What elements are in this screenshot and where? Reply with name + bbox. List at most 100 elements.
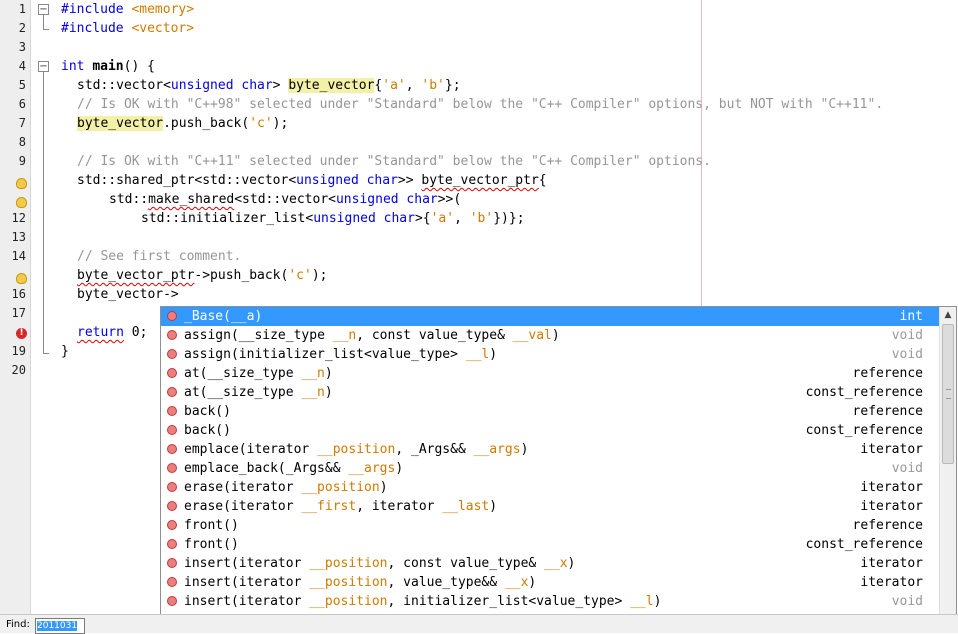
method-icon <box>167 330 177 340</box>
include-path: <memory> <box>131 2 195 17</box>
return-type: reference <box>852 518 923 533</box>
char-literal: 'a' <box>430 211 455 226</box>
signature-text: __size_type <box>207 366 302 381</box>
signature-text: insert(iterator <box>184 594 310 609</box>
completion-signature: back() <box>184 402 231 421</box>
code-line[interactable]: std::shared_ptr<std::vector<unsigned cha… <box>77 171 547 190</box>
code-line[interactable]: #include <memory> <box>61 0 194 19</box>
completion-item[interactable]: insert(iterator __position, initializer_… <box>161 592 941 611</box>
char-literal: 'c' <box>288 268 312 283</box>
fold-toggle-icon[interactable]: − <box>38 4 49 15</box>
method-icon <box>167 463 177 473</box>
parameter-name: __n <box>301 385 325 400</box>
completion-signature: assign(__size_type __n, const value_type… <box>184 326 560 345</box>
line-number: 2 <box>18 21 26 35</box>
code-text: { <box>538 173 547 188</box>
code-text: std::initializer_list< <box>141 211 314 226</box>
method-icon <box>167 349 177 359</box>
comment-line[interactable]: // Is OK with "C++11" selected under "St… <box>77 152 711 171</box>
signature-text: ) <box>551 328 560 343</box>
line-number: 9 <box>18 154 26 168</box>
completion-item[interactable]: assign(__size_type __n, const value_type… <box>161 326 941 345</box>
return-type: iterator <box>860 575 923 590</box>
completion-item[interactable]: insert(iterator __position, const value_… <box>161 554 941 573</box>
method-icon <box>167 558 177 568</box>
completion-item[interactable]: _Base(__a) int <box>161 307 941 326</box>
code-text: >>( <box>437 192 462 207</box>
parameter-name: __n <box>332 328 357 343</box>
return-type: int <box>899 309 923 324</box>
warning-bulb-icon[interactable] <box>16 197 27 208</box>
code-text: >{ <box>414 211 431 226</box>
method-icon <box>167 501 177 511</box>
method-icon <box>167 387 177 397</box>
completion-item[interactable]: front() const_reference <box>161 535 941 554</box>
scroll-up-arrow-icon[interactable]: ▲ <box>940 307 956 323</box>
code-text: >> <box>397 173 422 188</box>
warning-bulb-icon[interactable] <box>16 178 27 189</box>
return-type: iterator <box>860 480 923 495</box>
keyword: return <box>77 325 124 340</box>
signature-text: erase(iterator <box>184 480 302 495</box>
completion-signature: erase(iterator __position) <box>184 478 388 497</box>
code-line[interactable]: #include <vector> <box>61 19 194 38</box>
fold-toggle-icon[interactable]: − <box>38 61 49 72</box>
code-line[interactable]: std::make_shared<std::vector<unsigned ch… <box>109 190 461 209</box>
signature-text: ) <box>395 461 404 476</box>
code-line[interactable]: int main() { <box>61 57 155 76</box>
completion-item[interactable]: front() reference <box>161 516 941 535</box>
code-line[interactable]: } <box>61 342 69 361</box>
find-input-value: 2011031 <box>37 621 78 631</box>
completion-item[interactable]: erase(iterator __position) iterator <box>161 478 941 497</box>
keyword: int <box>61 59 85 74</box>
completion-item[interactable]: assign(initializer_list<value_type> __l)… <box>161 345 941 364</box>
code-text: <std::vector< <box>234 192 336 207</box>
code-line[interactable]: byte_vector.push_back('c'); <box>77 114 288 133</box>
code-line[interactable]: std::vector<unsigned char> byte_vector{'… <box>77 76 461 95</box>
line-number: 3 <box>18 40 26 54</box>
char-literal: 'b' <box>421 78 445 93</box>
completion-signature: front() <box>184 535 239 554</box>
completion-item[interactable]: erase(iterator __first, iterator __last)… <box>161 497 941 516</box>
completion-item[interactable]: insert(iterator __position, value_type&&… <box>161 573 941 592</box>
code-line[interactable]: return 0; <box>77 323 147 342</box>
line-number: 8 <box>18 135 26 149</box>
method-icon <box>167 406 177 416</box>
completion-item[interactable]: back() reference <box>161 402 941 421</box>
line-number: 13 <box>11 230 26 244</box>
completion-item[interactable]: at(__size_type __n) reference <box>161 364 941 383</box>
scrollbar-thumb[interactable] <box>942 324 954 464</box>
comment-line[interactable]: // Is OK with "C++98" selected under "St… <box>77 95 883 114</box>
method-icon <box>167 444 177 454</box>
method-icon <box>167 311 177 321</box>
comment-line[interactable]: // See first comment. <box>77 247 241 266</box>
code-line[interactable]: byte_vector_ptr->push_back('c'); <box>77 266 327 285</box>
completion-signature: back() <box>184 421 231 440</box>
line-number: 14 <box>11 249 26 263</box>
code-completion-popup[interactable]: _Base(__a) int assign(__size_type __n, con… <box>160 306 957 632</box>
parameter-name: __x <box>544 556 568 571</box>
completion-item[interactable]: back() const_reference <box>161 421 941 440</box>
parameter-name: __last <box>442 499 490 514</box>
completion-item[interactable]: emplace(iterator __position, _Args&& __a… <box>161 440 941 459</box>
current-code-line[interactable]: byte_vector-> <box>77 285 179 304</box>
fold-guide-end <box>43 353 49 354</box>
method-icon <box>167 520 177 530</box>
completion-item[interactable]: at(__size_type __n) const_reference <box>161 383 941 402</box>
error-icon[interactable]: ! <box>16 328 27 339</box>
parameter-name: __position <box>309 556 388 571</box>
method-icon <box>167 577 177 587</box>
char-literal: 'b' <box>469 211 494 226</box>
code-text: std::shared_ptr<std::vector< <box>77 173 297 188</box>
return-type: void <box>891 328 923 343</box>
completion-signature: at(__size_type __n) <box>184 383 333 402</box>
return-type: reference <box>852 404 923 419</box>
completion-item[interactable]: emplace_back(_Args&& __args) void <box>161 459 941 478</box>
parameter-name: __a <box>230 309 255 324</box>
warning-bulb-icon[interactable] <box>16 273 27 284</box>
line-number: 12 <box>11 211 26 225</box>
parameter-name: __val <box>512 328 552 343</box>
line-number: 17 <box>11 306 26 320</box>
code-line[interactable]: std::initializer_list<unsigned char>{'a'… <box>141 209 525 228</box>
completion-scrollbar[interactable]: ▲ ▼ <box>939 307 956 631</box>
